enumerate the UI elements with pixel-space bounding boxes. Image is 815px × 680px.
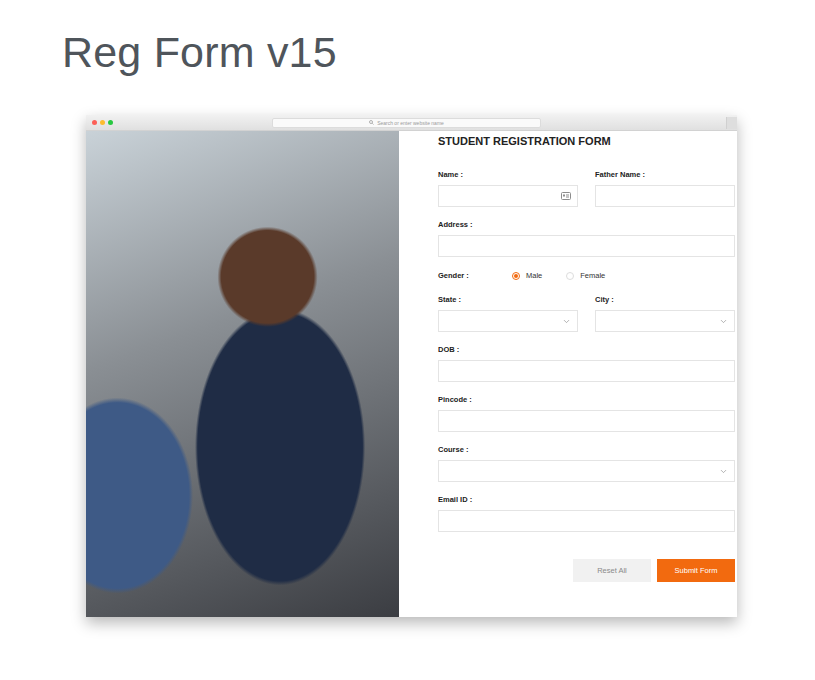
field-label: Address :: [438, 219, 735, 231]
text-input[interactable]: [438, 510, 735, 532]
chevron-down-icon: [562, 317, 571, 326]
select-field[interactable]: [438, 310, 578, 332]
field-label: City :: [595, 294, 735, 306]
form-row: Address :: [438, 219, 735, 257]
radio-group: Gender :Male Female: [438, 269, 629, 282]
form-row: Gender :Male Female: [438, 269, 735, 282]
form-heading: STUDENT REGISTRATION FORM: [438, 134, 735, 148]
form-row: DOB :: [438, 344, 735, 382]
radio-button[interactable]: [512, 272, 520, 280]
form-field: City :: [595, 294, 735, 332]
field-label: Course :: [438, 444, 735, 456]
field-label: Father Name :: [595, 169, 735, 181]
text-input[interactable]: [438, 185, 578, 207]
minimize-dot[interactable]: [100, 120, 105, 125]
chevron-down-icon: [719, 467, 728, 476]
submit-button[interactable]: Submit Form: [657, 559, 735, 582]
select-field[interactable]: [595, 310, 735, 332]
search-icon: [369, 120, 374, 125]
field-label: DOB :: [438, 344, 735, 356]
hero-photo: [86, 131, 399, 617]
reset-button[interactable]: Reset All: [573, 559, 651, 582]
text-input[interactable]: [438, 360, 735, 382]
form-row: Email ID :: [438, 494, 735, 532]
browser-window: Search or enter website name STUDENT REGI…: [86, 115, 737, 617]
form-rows: Name : Father Name : Address : Gender :Male…: [438, 169, 735, 532]
text-input[interactable]: [595, 185, 735, 207]
field-label: Email ID :: [438, 494, 735, 506]
chevron-down-icon: [719, 317, 728, 326]
select-field[interactable]: [438, 460, 735, 482]
field-label: Pincode :: [438, 394, 735, 406]
text-input[interactable]: [438, 235, 735, 257]
autofill-card-icon[interactable]: [561, 192, 571, 200]
form-row: Pincode :: [438, 394, 735, 432]
window-controls: [92, 120, 272, 125]
form-field: Pincode :: [438, 394, 735, 432]
form-field: State :: [438, 294, 578, 332]
field-label: Gender :: [438, 270, 512, 282]
page-title: Reg Form v15: [62, 24, 815, 80]
close-dot[interactable]: [92, 120, 97, 125]
form-row: State : City :: [438, 294, 735, 332]
text-input[interactable]: [438, 410, 735, 432]
browser-content: STUDENT REGISTRATION FORM Name : Father Na…: [86, 131, 737, 617]
form-field: Address :: [438, 219, 735, 257]
field-label: Name :: [438, 169, 578, 181]
form-row: Name : Father Name :: [438, 169, 735, 207]
form-field: Name :: [438, 169, 578, 207]
new-tab-button[interactable]: [726, 117, 737, 129]
radio-option[interactable]: Female: [566, 271, 605, 280]
radio-button[interactable]: [566, 272, 574, 280]
form-field: Father Name :: [595, 169, 735, 207]
form-field: Email ID :: [438, 494, 735, 532]
button-bar: Reset All Submit Form: [438, 559, 735, 582]
maximize-dot[interactable]: [108, 120, 113, 125]
form-row: Course :: [438, 444, 735, 482]
page: Reg Form v15 Search or enter website name…: [0, 0, 815, 680]
radio-option[interactable]: Male: [512, 271, 542, 280]
registration-form: STUDENT REGISTRATION FORM Name : Father Na…: [399, 131, 737, 617]
browser-title-bar: Search or enter website name: [86, 115, 737, 131]
form-field: Course :: [438, 444, 735, 482]
field-label: State :: [438, 294, 578, 306]
address-bar[interactable]: Search or enter website name: [272, 118, 541, 128]
form-field: DOB :: [438, 344, 735, 382]
